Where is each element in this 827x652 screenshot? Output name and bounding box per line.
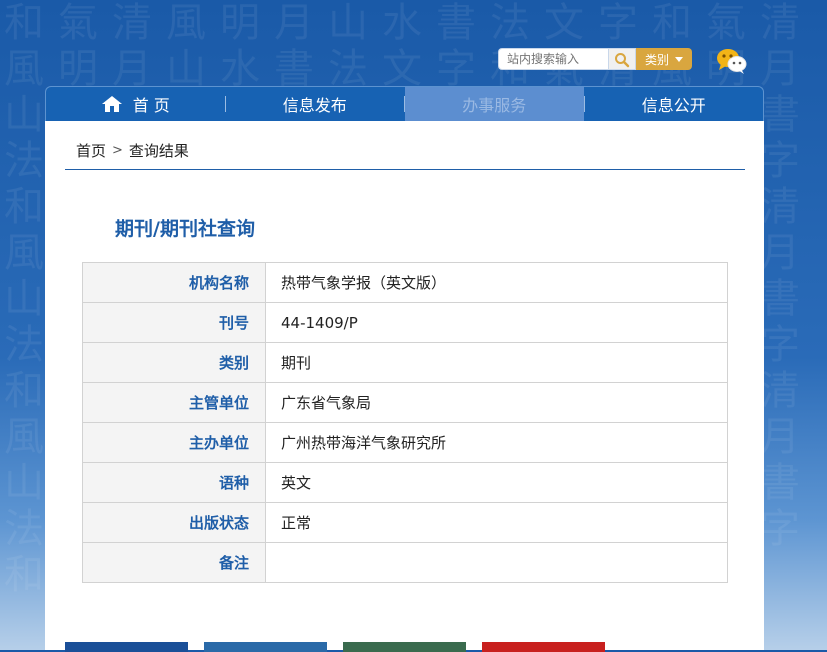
field-label: 机构名称 (82, 262, 266, 303)
nav-item-home[interactable]: 首 页 (46, 87, 225, 121)
field-value: 44-1409/P (265, 302, 728, 343)
field-value: 英文 (265, 462, 728, 503)
search-button[interactable] (608, 48, 636, 70)
chevron-down-icon (675, 56, 683, 62)
main-nav: 首 页 信息发布 办事服务 信息公开 (45, 86, 764, 121)
field-label: 备注 (82, 542, 266, 583)
breadcrumb-divider (65, 169, 745, 170)
nav-item-info-release[interactable]: 信息发布 (226, 87, 405, 121)
table-row: 类别 期刊 (82, 342, 728, 383)
field-value: 广东省气象局 (265, 382, 728, 423)
nav-item-services[interactable]: 办事服务 (405, 87, 584, 121)
field-label: 主办单位 (82, 422, 266, 463)
nav-label-info-release: 信息发布 (282, 96, 347, 115)
banner-link[interactable] (482, 642, 605, 652)
category-dropdown[interactable]: 类别 (636, 48, 692, 70)
field-value (265, 542, 728, 583)
banner-link[interactable] (343, 642, 466, 652)
banner-link[interactable] (204, 642, 327, 652)
field-label: 语种 (82, 462, 266, 503)
breadcrumb: 首页 > 查询结果 (76, 140, 189, 161)
field-label: 出版状态 (82, 502, 266, 543)
table-row: 刊号 44-1409/P (82, 302, 728, 343)
content-panel: 首页 > 查询结果 期刊/期刊社查询 机构名称 热带气象学报（英文版） 刊号 4… (45, 121, 764, 652)
field-label: 刊号 (82, 302, 266, 343)
field-value: 正常 (265, 502, 728, 543)
table-row: 出版状态 正常 (82, 502, 728, 543)
breadcrumb-home-link[interactable]: 首页 (76, 140, 106, 161)
breadcrumb-separator: > (112, 143, 123, 158)
journal-info-table: 机构名称 热带气象学报（英文版） 刊号 44-1409/P 类别 期刊 主管单位… (82, 262, 728, 583)
table-row: 主办单位 广州热带海洋气象研究所 (82, 422, 728, 463)
magnifier-icon (615, 53, 630, 68)
nav-label-home: 首 页 (132, 96, 170, 115)
breadcrumb-current: 查询结果 (128, 142, 189, 160)
table-row: 备注 (82, 542, 728, 583)
field-label: 类别 (82, 342, 266, 383)
category-label: 类别 (644, 52, 669, 67)
nav-item-info-disclosure[interactable]: 信息公开 (585, 87, 764, 121)
field-label: 主管单位 (82, 382, 266, 423)
wechat-icon[interactable] (716, 47, 748, 79)
site-search: 类别 (498, 48, 692, 70)
field-value: 期刊 (265, 342, 728, 383)
table-row: 主管单位 广东省气象局 (82, 382, 728, 423)
field-value: 热带气象学报（英文版） (265, 262, 728, 303)
footer-banner-links (65, 642, 605, 652)
nav-label-services: 办事服务 (462, 96, 527, 115)
table-row: 机构名称 热带气象学报（英文版） (82, 262, 728, 303)
field-value: 广州热带海洋气象研究所 (265, 422, 728, 463)
table-row: 语种 英文 (82, 462, 728, 503)
nav-label-info-disclosure: 信息公开 (641, 96, 706, 115)
search-input[interactable] (498, 48, 608, 70)
home-icon (101, 96, 122, 112)
page-title: 期刊/期刊社查询 (115, 218, 255, 240)
banner-link[interactable] (65, 642, 188, 652)
